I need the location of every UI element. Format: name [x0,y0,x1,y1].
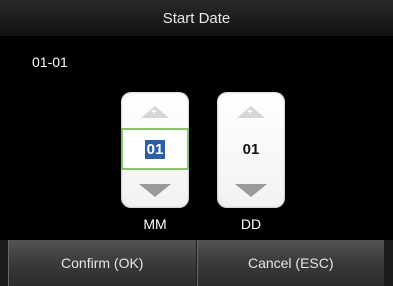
month-value-field[interactable]: 01 [121,128,189,170]
cancel-button[interactable]: Cancel (ESC) [196,240,385,286]
current-date-value: 01-01 [32,54,68,70]
up-arrow-plus-icon: + [237,106,265,118]
down-arrow-icon [139,183,171,197]
month-increment-button[interactable]: + [121,92,189,124]
day-increment-button[interactable]: + [217,92,285,124]
day-value-field[interactable]: 01 [217,128,285,170]
up-arrow-plus-icon: + [141,106,169,118]
page-title: Start Date [162,9,231,27]
confirm-button-label: Confirm (OK) [61,255,144,271]
month-spinner: + 01 [121,92,189,208]
title-bar: Start Date [0,0,393,36]
confirm-button[interactable]: Confirm (OK) [8,240,197,286]
day-decrement-button[interactable] [217,176,285,208]
month-value: 01 [144,139,166,159]
day-value: 01 [242,140,260,158]
day-unit-label: DD [240,216,262,232]
month-unit-label: MM [143,216,167,232]
month-decrement-button[interactable] [121,176,189,208]
day-spinner: + 01 [217,92,285,208]
down-arrow-icon [235,183,267,197]
cancel-button-label: Cancel (ESC) [247,255,334,271]
softkey-bar: Confirm (OK) Cancel (ESC) [0,240,393,286]
